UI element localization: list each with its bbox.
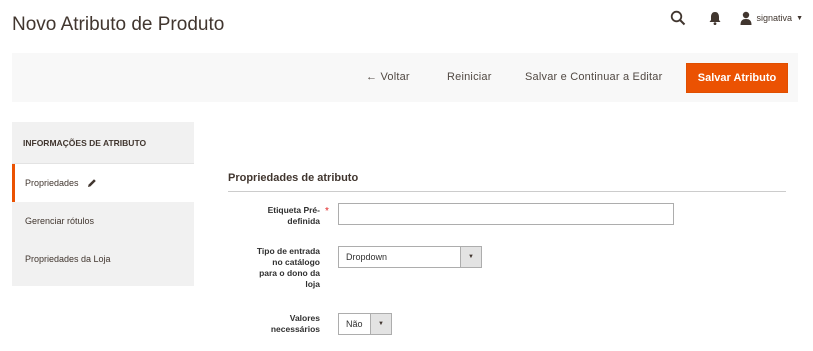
sidebar-item-label: Gerenciar rótulos: [25, 216, 95, 226]
section-title: Propriedades de atributo: [228, 172, 359, 184]
sidebar-item-store-properties[interactable]: Propriedades da Loja: [12, 240, 194, 278]
required-values-select[interactable]: Não ▼: [338, 313, 392, 335]
sidebar-item-properties[interactable]: Propriedades: [12, 164, 194, 202]
bell-icon[interactable]: [708, 10, 722, 26]
default-label-field-label: Etiqueta Pré- definida: [267, 205, 320, 226]
input-type-value: Dropdown: [346, 252, 388, 262]
user-icon: [740, 11, 752, 25]
page-title: Novo Atributo de Produto: [12, 14, 225, 35]
required-asterisk: *: [325, 206, 329, 217]
chevron-down-icon: ▼: [796, 14, 803, 22]
back-button[interactable]: ← Voltar: [366, 71, 410, 83]
reset-button[interactable]: Reiniciar: [447, 71, 492, 83]
pencil-icon: [87, 178, 97, 188]
chevron-down-icon: ▼: [370, 314, 391, 334]
required-values-field-label: Valores necessários: [270, 313, 320, 334]
user-menu[interactable]: signativa ▼: [740, 11, 803, 25]
section-divider: [228, 191, 786, 192]
sidebar-title: INFORMAÇÕES DE ATRIBUTO: [12, 122, 194, 164]
sidebar-item-label: Propriedades: [25, 178, 79, 188]
sidebar-item-manage-labels[interactable]: Gerenciar rótulos: [12, 202, 194, 240]
save-attribute-button[interactable]: Salvar Atributo: [686, 63, 788, 93]
user-name: signativa: [756, 13, 793, 23]
required-values-value: Não: [346, 319, 363, 329]
chevron-down-icon: ▼: [460, 247, 481, 267]
sidebar-item-label: Propriedades da Loja: [25, 254, 111, 264]
default-label-input[interactable]: [338, 203, 674, 225]
page-actions-toolbar: ← Voltar Reiniciar Salvar e Continuar a …: [12, 53, 798, 102]
header-actions: signativa ▼: [648, 8, 803, 28]
save-and-continue-button[interactable]: Salvar e Continuar a Editar: [525, 71, 662, 83]
search-icon[interactable]: [670, 10, 686, 26]
input-type-select[interactable]: Dropdown ▼: [338, 246, 482, 268]
attribute-info-sidebar: INFORMAÇÕES DE ATRIBUTO Propriedades Ger…: [12, 122, 194, 286]
input-type-field-label: Tipo de entrada no catálogo para o dono …: [256, 246, 320, 289]
